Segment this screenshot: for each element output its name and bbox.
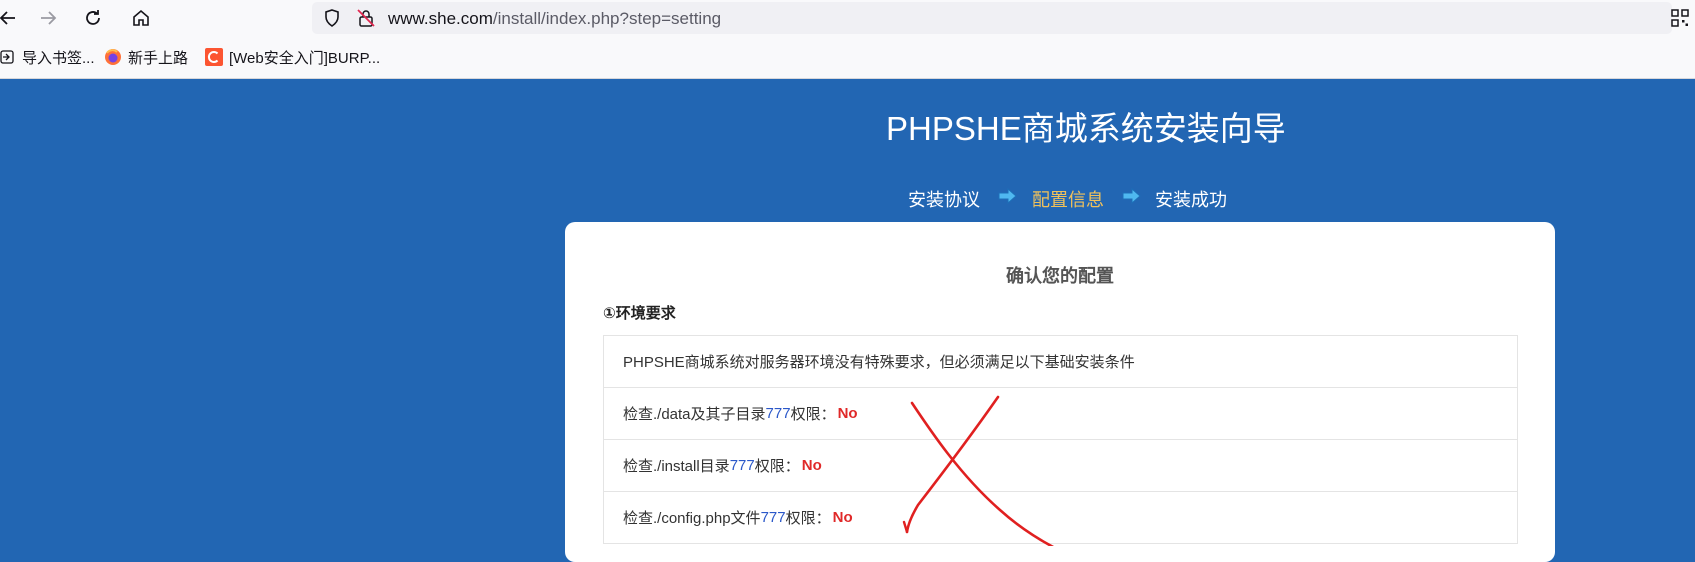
config-card: 确认您的配置 ①环境要求 PHPSHE商城系统对服务器环境没有特殊要求，但必须满… [565,222,1555,562]
page-title: PHPSHE商城系统安装向导 [886,110,1286,147]
bookmark-getting-started[interactable]: 新手上路 [104,46,188,68]
section-title: ①环境要求 [603,305,676,322]
step-indicator: 安装协议 配置信息 安装成功 [0,184,1695,210]
bookmark-import[interactable]: 导入书签... [0,46,95,68]
check-label: 检查./config.php文件 [623,510,761,527]
forward-arrow-icon[interactable] [34,4,62,32]
home-icon[interactable] [127,4,155,32]
reload-icon[interactable] [79,4,107,32]
address-bar[interactable]: www.she.com/install/index.php?step=setti… [312,2,1672,34]
insecure-lock-icon[interactable] [356,8,376,33]
perm-value: 777 [760,509,786,526]
status-no: No [801,457,822,474]
url-host: www.she.com [388,9,493,28]
step-agreement: 安装协议 [908,190,980,210]
url-path: /install/index.php?step=setting [492,9,722,28]
arrow-right-icon [1122,187,1142,205]
step-success: 安装成功 [1155,190,1227,210]
check-row: 检查./config.php文件 777 权限： No [604,492,1517,544]
card-title: 确认您的配置 [1006,266,1114,286]
requirements-table: PHPSHE商城系统对服务器环境没有特殊要求，但必须满足以下基础安装条件 检查.… [603,335,1518,544]
status-no: No [837,405,858,422]
url-text[interactable]: www.she.com/install/index.php?step=setti… [388,9,721,29]
bookmark-label: 导入书签... [22,49,95,67]
check-label: 检查./install目录 [623,458,730,475]
arrow-right-icon [998,187,1018,205]
c-logo-icon [205,48,223,66]
firefox-icon [104,48,122,66]
back-arrow-icon[interactable] [0,4,22,32]
import-icon [0,48,16,66]
perm-value: 777 [765,405,791,422]
shield-icon[interactable] [322,8,342,33]
check-suffix: 权限： [790,406,836,423]
check-row: 检查./data及其子目录 777 权限： No [604,388,1517,440]
bookmarks-bar: 导入书签... 新手上路 [Web安全入门]BURP... [0,36,1695,79]
bookmark-label: [Web安全入门]BURP... [229,49,381,67]
check-row: 检查./install目录 777 权限： No [604,440,1517,492]
requirements-intro-row: PHPSHE商城系统对服务器环境没有特殊要求，但必须满足以下基础安装条件 [604,336,1517,388]
perm-value: 777 [729,457,755,474]
bookmark-label: 新手上路 [128,49,189,67]
status-no: No [832,509,853,526]
check-suffix: 权限： [785,510,831,527]
browser-toolbar: www.she.com/install/index.php?step=setti… [0,0,1695,36]
qr-code-icon[interactable] [1666,4,1694,32]
step-configuration: 配置信息 [1032,190,1104,210]
requirements-intro: PHPSHE商城系统对服务器环境没有特殊要求，但必须满足以下基础安装条件 [623,354,1135,371]
bookmark-web-security[interactable]: [Web安全入门]BURP... [205,46,380,68]
check-suffix: 权限： [754,458,800,475]
check-label: 检查./data及其子目录 [623,406,766,423]
